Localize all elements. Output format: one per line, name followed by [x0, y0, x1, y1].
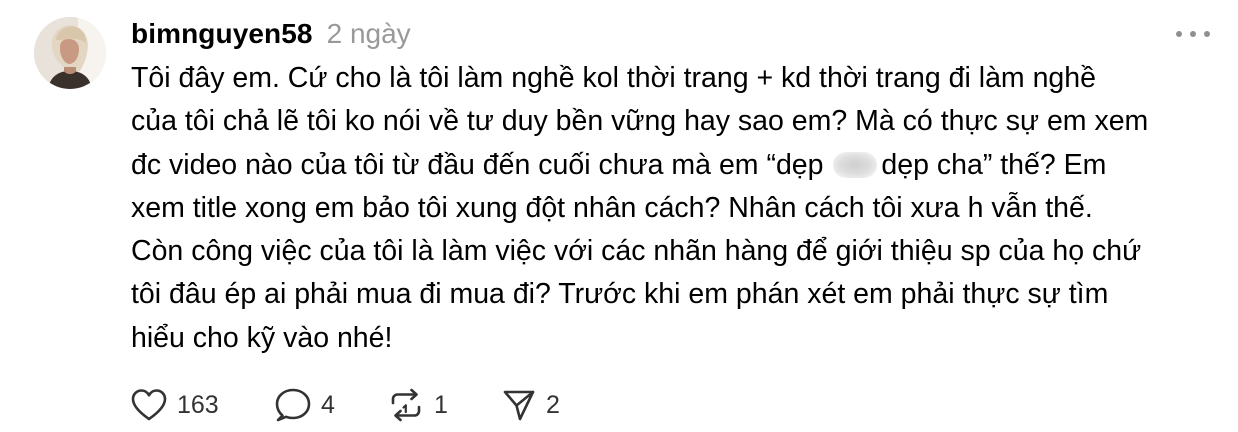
like-button[interactable]: 163	[130, 388, 274, 422]
comment-text-line: xem title xong em bảo tôi xung đột nhân …	[131, 191, 1093, 224]
more-horizontal-icon-dot	[1204, 31, 1210, 37]
action-bar: 163 4 1 2	[130, 385, 560, 425]
user-avatar[interactable]	[34, 17, 106, 89]
more-horizontal-icon-dot	[1176, 31, 1182, 37]
share-button[interactable]: 2	[501, 387, 560, 423]
comment-text-line: hiểu cho kỹ vào nhé!	[131, 321, 393, 354]
comment-bubble-icon	[275, 388, 311, 422]
more-horizontal-icon-dot	[1190, 31, 1196, 37]
username[interactable]: bimnguyen58	[131, 18, 313, 50]
comment-text-segment: dẹp cha” thế? Em	[881, 148, 1107, 181]
comment-header: bimnguyen58 2 ngày	[131, 14, 411, 54]
repost-count: 1	[434, 390, 448, 419]
avatar-photo-icon	[34, 17, 106, 89]
repost-button[interactable]: 1	[387, 387, 501, 423]
reply-count: 4	[321, 390, 335, 419]
comment-body: Tôi đây em. Cứ cho là tôi làm nghề kol t…	[131, 57, 1221, 360]
timestamp: 2 ngày	[326, 18, 411, 49]
blurred-redaction	[833, 151, 878, 178]
repost-icon	[391, 388, 421, 422]
heart-icon	[131, 389, 167, 421]
comment-text-line: đc video nào của tôi từ đầu đến cuối chư…	[131, 144, 1221, 187]
comment-text-line: tôi đâu ép ai phải mua đi mua đi? Trước …	[131, 278, 1109, 311]
send-icon	[503, 390, 535, 421]
reply-button[interactable]: 4	[274, 387, 387, 423]
like-count: 163	[177, 390, 219, 419]
threads-comment: bimnguyen58 2 ngày Tôi đây em. Cứ cho là…	[0, 0, 1238, 432]
comment-text-line: Tôi đây em. Cứ cho là tôi làm nghề kol t…	[131, 62, 1096, 94]
comment-text-line: Còn công việc của tôi là làm việc với cá…	[131, 235, 1142, 268]
comment-text-line: của tôi chả lẽ tôi ko nói về tư duy bền …	[131, 105, 1149, 138]
comment-text-segment: đc video nào của tôi từ đầu đến cuối chư…	[131, 148, 824, 181]
share-count: 2	[546, 390, 560, 419]
more-options-button[interactable]	[1176, 22, 1210, 46]
